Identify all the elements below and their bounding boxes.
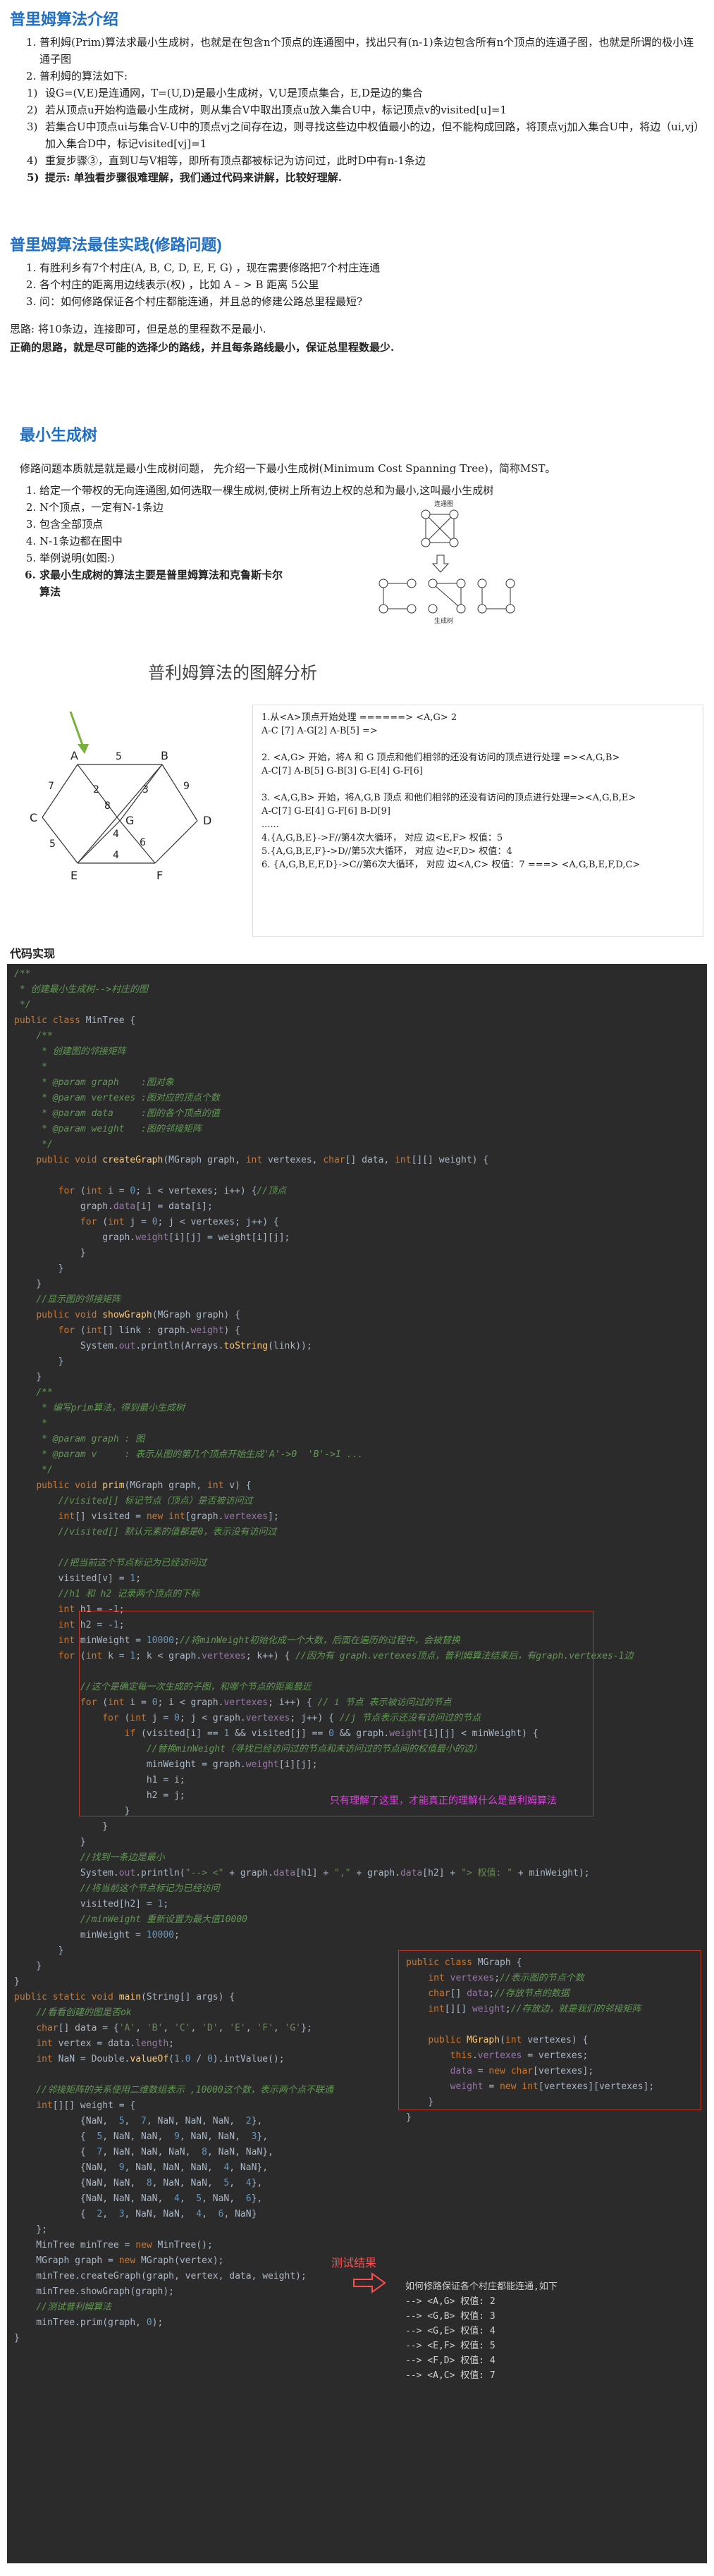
vertex-label: B bbox=[161, 749, 168, 762]
vertex-label: D bbox=[203, 814, 211, 827]
step-line: 6. {A,G,B,E,F,D}->C//第6次大循环， 对应 边<A,C> 权… bbox=[261, 860, 641, 870]
step-line: 3. <A,G,B> 开始，将A,G,B 顶点 和他们相邻的还没有访问的顶点进行… bbox=[261, 793, 636, 803]
list-item: 各个村庄的距离用边线表示(权) ，比如 A – > B 距离 5公里 bbox=[39, 276, 704, 293]
vertex-label: A bbox=[70, 749, 78, 762]
step-line: 5.{A,G,B,E,F}->D//第5次大循环， 对应 边<F,D> 权值：4 bbox=[261, 846, 512, 857]
step-line: ...... bbox=[261, 819, 279, 830]
arrow-icon bbox=[69, 711, 85, 748]
edge-weight: 6 bbox=[140, 837, 146, 848]
edge-weight: 5 bbox=[49, 838, 56, 850]
step-text: 若从顶点u开始构造最小生成树，则从集合V中取出顶点u放入集合U中，标记顶点v的v… bbox=[45, 104, 507, 116]
steps-panel: 1.从<A>顶点开始处理 ======> <A,G> 2 A-C [7] A-G… bbox=[252, 705, 703, 937]
mgraph-class-box: public class MGraph { int vertexes;//表示图… bbox=[398, 1950, 701, 2123]
step-line bbox=[261, 778, 694, 791]
list-item: 普利姆(Prim)算法求最小生成树，也就是在包含n个顶点的连通图中，找出只有(n… bbox=[39, 34, 704, 68]
list-item: 包含全部顶点 bbox=[39, 516, 434, 533]
step-text: 提示: 单独看步骤很难理解，我们通过代码来讲解，比较好理解. bbox=[45, 171, 342, 184]
intro-text: 修路问题本质就是就是最小生成树问题， 先介绍一下最小生成树(Minimum Co… bbox=[20, 462, 556, 475]
mst-figure: 连通图 生成树 bbox=[378, 500, 515, 625]
step-text: 若集合U中顶点ui与集合V-U中的顶点vj之间存在边，则寻找这些边中权值最小的边… bbox=[45, 120, 700, 150]
list-item: 求最小生成树的算法主要是普里姆算法和克鲁斯卡尔算法 bbox=[39, 566, 286, 600]
vertex-label: E bbox=[70, 869, 78, 882]
intro-list: 普利姆(Prim)算法求最小生成树，也就是在包含n个顶点的连通图中，找出只有(n… bbox=[10, 34, 704, 85]
step-line: A-C[7] G-E[4] G-F[6] B-D[9] bbox=[261, 806, 390, 817]
village-graph: A B C D E F G 5 7 2 3 4 9 8 5 6 4 bbox=[30, 711, 211, 882]
edge-weight: 8 bbox=[104, 800, 111, 812]
edge-weight: 5 bbox=[116, 751, 122, 762]
console-line: --> <G,E> 权值: 4 bbox=[405, 2326, 496, 2336]
edge-weight: 2 bbox=[93, 784, 99, 795]
arrow-right-icon bbox=[353, 2272, 386, 2293]
list-item: 给定一个带权的无向连通图,如何选取一棵生成树,使树上所有边上权的总和为最小,这叫… bbox=[39, 482, 660, 499]
list-item: N个顶点，一定有N-1条边 bbox=[39, 499, 434, 516]
vertex-label: C bbox=[30, 811, 37, 824]
step-item: 3) 若集合U中顶点ui与集合V-U中的顶点vj之间存在边，则寻找这些边中权值最小… bbox=[27, 120, 700, 150]
vertex-label: F bbox=[156, 869, 163, 882]
note-text: 思路: 将10条边，连接即可，但是总的里程数不是最小. bbox=[10, 323, 266, 335]
step-item: 5) 提示: 单独看步骤很难理解，我们通过代码来讲解，比较好理解. bbox=[27, 171, 342, 184]
step-line: 4.{A,G,B,E}->F//第4次大循环， 对应 边<E,F> 权值：5 bbox=[261, 833, 503, 843]
console-line: --> <A,G> 权值: 2 bbox=[405, 2296, 496, 2307]
edge-weight: 9 bbox=[183, 781, 190, 792]
mst-list: 给定一个带权的无向连通图,如何选取一棵生成树,使树上所有边上权的总和为最小,这叫… bbox=[10, 482, 493, 600]
console-output: 如何修路保证各个村庄都能连通,如下 --> <A,G> 权值: 2 --> <G… bbox=[405, 2279, 694, 2427]
code-section-title: 代码实现 bbox=[10, 948, 56, 960]
section-prim-intro: 普里姆算法介绍 普利姆(Prim)算法求最小生成树，也就是在包含n个顶点的连通图… bbox=[10, 7, 704, 186]
edge-weight: 4 bbox=[113, 829, 119, 840]
note-text: 正确的思路，就是尽可能的选择少的路线，并且每条路线最小，保证总里程数最少. bbox=[10, 341, 395, 354]
arrow-head-icon bbox=[78, 744, 89, 754]
step-text: 重复步骤③，直到U与V相等，即所有顶点都被标记为访问过，此时D中有n-1条边 bbox=[45, 154, 426, 167]
step-item: 4) 重复步骤③，直到U与V相等，即所有顶点都被标记为访问过，此时D中有n-1条边 bbox=[27, 154, 426, 167]
edge-weight: 3 bbox=[142, 784, 149, 795]
section-mst: 最小生成树 修路问题本质就是就是最小生成树问题， 先介绍一下最小生成树(Mini… bbox=[10, 423, 704, 625]
edge-weight: 7 bbox=[48, 781, 54, 792]
list-item: 普利姆的算法如下: bbox=[39, 68, 704, 85]
highlight-box bbox=[79, 1611, 593, 1816]
list-item: 问：如何修路保证各个村庄都能连通，并且总的修建公路总里程最短? bbox=[39, 293, 704, 310]
console-line: --> <F,D> 权值: 4 bbox=[405, 2355, 496, 2366]
console-line: --> <A,C> 权值: 7 bbox=[405, 2370, 496, 2381]
section-title: 普里姆算法介绍 bbox=[10, 11, 119, 28]
step-line: A-C [7] A-G[2] A-B[5] => bbox=[261, 726, 378, 736]
article-page: 普里姆算法介绍 普利姆(Prim)算法求最小生成树，也就是在包含n个顶点的连通图… bbox=[0, 0, 714, 2576]
step-item: 1) 设G=(V,E)是连通网，T=(U,D)是最小生成树，V,U是顶点集合，E,… bbox=[27, 87, 423, 99]
list-item: 有胜利乡有7个村庄(A, B, C, D, E, F, G) ，现在需要修路把7… bbox=[39, 259, 704, 276]
step-text: 设G=(V,E)是连通网，T=(U,D)是最小生成树，V,U是顶点集合，E,D是… bbox=[45, 87, 423, 99]
section-title: 最小生成树 bbox=[20, 426, 98, 444]
step-line: 2. <A,G> 开始，将A 和 G 顶点和他们相邻的还没有访问的顶点进行处理 … bbox=[261, 753, 620, 763]
figure-caption: 生成树 bbox=[434, 617, 453, 625]
edge-weight: 4 bbox=[113, 850, 119, 861]
step-line bbox=[261, 738, 694, 751]
section-title: 普里姆算法最佳实践(修路问题) bbox=[10, 236, 222, 254]
vertex-label: G bbox=[125, 814, 134, 827]
step-line: A-C[7] A-B[5] G-B[3] G-E[4] G-F[6] bbox=[261, 766, 423, 776]
section-prim-practice: 普里姆算法最佳实践(修路问题) 有胜利乡有7个村庄(A, B, C, D, E,… bbox=[10, 233, 704, 357]
mgraph-code: public class MGraph { int vertexes;//表示图… bbox=[406, 1957, 655, 2123]
figure-caption: 连通图 bbox=[434, 500, 453, 508]
console-line: --> <E,F> 权值: 5 bbox=[405, 2341, 496, 2351]
algorithm-steps: 1) 设G=(V,E)是连通网，T=(U,D)是最小生成树，V,U是顶点集合，E,… bbox=[10, 85, 704, 186]
console-header: 如何修路保证各个村庄都能连通,如下 bbox=[405, 2281, 558, 2292]
console-line: --> <G,B> 权值: 3 bbox=[405, 2311, 496, 2322]
list-item: 举例说明(如图:) bbox=[39, 550, 434, 566]
step-item: 2) 若从顶点u开始构造最小生成树，则从集合V中取出顶点u放入集合U中，标记顶点v… bbox=[27, 104, 507, 116]
diagram-title: 普利姆算法的图解分析 bbox=[148, 663, 317, 683]
code-annotation: 只有理解了这里，才能真正的理解什么是普利姆算法 bbox=[330, 1795, 557, 1807]
step-line: 1.从<A>顶点开始处理 ======> <A,G> 2 bbox=[261, 712, 457, 723]
test-result-label: 测试结果 bbox=[331, 2256, 377, 2270]
list-item: N-1条边都在图中 bbox=[39, 533, 434, 550]
practice-list: 有胜利乡有7个村庄(A, B, C, D, E, F, G) ，现在需要修路把7… bbox=[10, 259, 704, 310]
